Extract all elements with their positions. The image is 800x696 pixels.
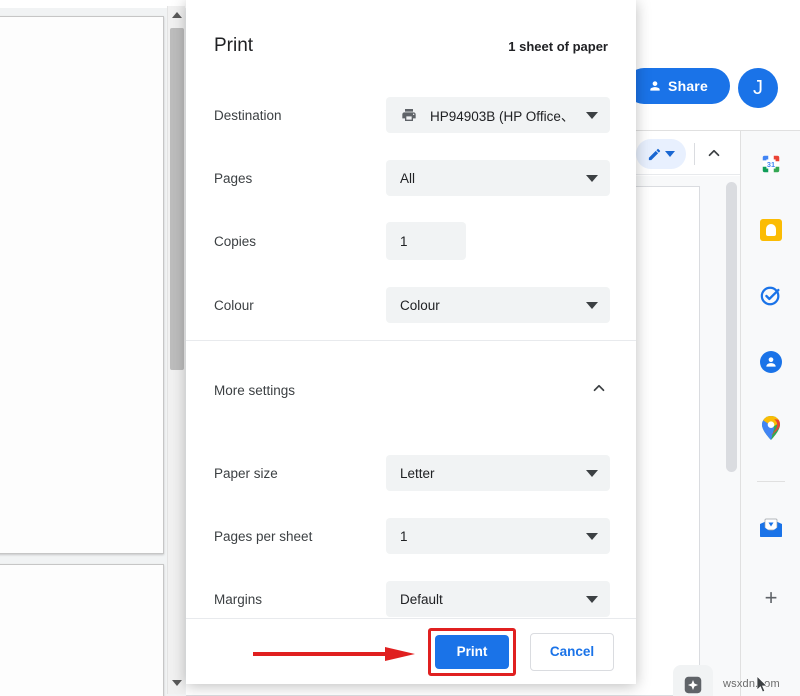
setting-row-destination: Destination HP94903B (HP Office、 xyxy=(186,95,636,135)
preview-page-2 xyxy=(0,564,164,696)
colour-label: Colour xyxy=(214,298,386,313)
print-button[interactable]: Print xyxy=(435,635,509,669)
document-scrollbar[interactable] xyxy=(726,182,737,682)
google-keep-icon[interactable] xyxy=(759,218,783,242)
more-settings-toggle[interactable]: More settings xyxy=(186,370,636,410)
google-contacts-icon[interactable] xyxy=(759,350,783,374)
scroll-up-arrow-icon[interactable] xyxy=(168,6,186,24)
setting-row-paper-size: Paper size Letter xyxy=(186,453,636,493)
paper-size-label: Paper size xyxy=(214,466,386,481)
preview-scrollbar-thumb[interactable] xyxy=(170,28,184,370)
toolbar-divider xyxy=(694,143,695,165)
pages-label: Pages xyxy=(214,171,386,186)
pages-per-sheet-select[interactable]: 1 xyxy=(386,518,610,554)
margins-select[interactable]: Default xyxy=(386,581,610,617)
chevron-down-icon xyxy=(586,533,598,540)
print-dialog-header: Print 1 sheet of paper xyxy=(186,26,636,66)
print-dialog-scroll-area: Print 1 sheet of paper Destination HP949… xyxy=(186,0,636,618)
paper-size-select[interactable]: Letter xyxy=(386,455,610,491)
settings-divider xyxy=(186,340,636,341)
watermark: wsxdn.com xyxy=(723,678,780,690)
explore-button[interactable] xyxy=(673,665,713,696)
preview-scrollbar[interactable] xyxy=(167,6,185,694)
paper-size-value: Letter xyxy=(400,466,435,481)
share-button[interactable]: Share xyxy=(626,68,730,104)
pages-value: All xyxy=(400,171,415,186)
setting-row-colour: Colour Colour xyxy=(186,285,636,325)
google-calendar-icon[interactable]: 31 xyxy=(759,152,783,176)
setting-row-copies: Copies 1 xyxy=(186,221,636,261)
cancel-button[interactable]: Cancel xyxy=(530,633,614,671)
destination-label: Destination xyxy=(214,108,386,123)
document-scrollbar-thumb[interactable] xyxy=(726,182,737,472)
chevron-down-icon xyxy=(586,112,598,119)
add-addon-button[interactable]: + xyxy=(759,586,783,610)
print-button-highlight: Print xyxy=(428,628,516,676)
pages-per-sheet-label: Pages per sheet xyxy=(214,529,386,544)
margins-label: Margins xyxy=(214,592,386,607)
editing-mode-button[interactable] xyxy=(636,139,686,169)
side-panel: 31 xyxy=(740,131,800,696)
colour-value: Colour xyxy=(400,298,440,313)
pencil-icon xyxy=(647,147,662,162)
more-settings-label: More settings xyxy=(214,383,295,398)
annotation-arrow-icon xyxy=(253,646,415,662)
sheet-count-summary: 1 sheet of paper xyxy=(508,39,608,54)
preview-page-1 xyxy=(0,16,164,554)
google-tasks-icon[interactable] xyxy=(759,284,783,308)
print-preview-pane xyxy=(0,8,186,696)
chevron-down-icon xyxy=(586,175,598,182)
side-panel-divider xyxy=(757,481,785,482)
chevron-down-icon xyxy=(586,302,598,309)
destination-select[interactable]: HP94903B (HP Office、 xyxy=(386,97,610,133)
print-dialog-title: Print xyxy=(214,35,253,57)
share-button-label: Share xyxy=(668,78,708,94)
chevron-up-icon xyxy=(590,379,608,402)
setting-row-margins: Margins Default xyxy=(186,579,636,619)
scroll-down-arrow-icon[interactable] xyxy=(168,674,186,692)
chevron-down-icon xyxy=(586,470,598,477)
copies-label: Copies xyxy=(214,234,386,249)
copies-input[interactable]: 1 xyxy=(386,222,466,260)
printer-icon xyxy=(400,107,418,123)
margins-value: Default xyxy=(400,592,443,607)
setting-row-pages: Pages All xyxy=(186,158,636,198)
lock-person-icon xyxy=(648,79,662,93)
print-dialog: Print 1 sheet of paper Destination HP949… xyxy=(186,0,636,684)
google-maps-icon[interactable] xyxy=(759,416,783,440)
setting-row-pages-per-sheet: Pages per sheet 1 xyxy=(186,516,636,556)
addon-mail-icon[interactable] xyxy=(759,516,783,540)
pages-select[interactable]: All xyxy=(386,160,610,196)
chevron-down-icon xyxy=(665,151,675,157)
collapse-toolbar-button[interactable] xyxy=(700,139,728,167)
chevron-down-icon xyxy=(586,596,598,603)
avatar[interactable]: J xyxy=(738,68,778,108)
pages-per-sheet-value: 1 xyxy=(400,529,408,544)
colour-select[interactable]: Colour xyxy=(386,287,610,323)
destination-value: HP94903B (HP Office、 xyxy=(430,105,574,125)
svg-text:31: 31 xyxy=(767,160,775,169)
copies-value: 1 xyxy=(400,234,408,249)
mouse-cursor-icon xyxy=(757,676,769,694)
